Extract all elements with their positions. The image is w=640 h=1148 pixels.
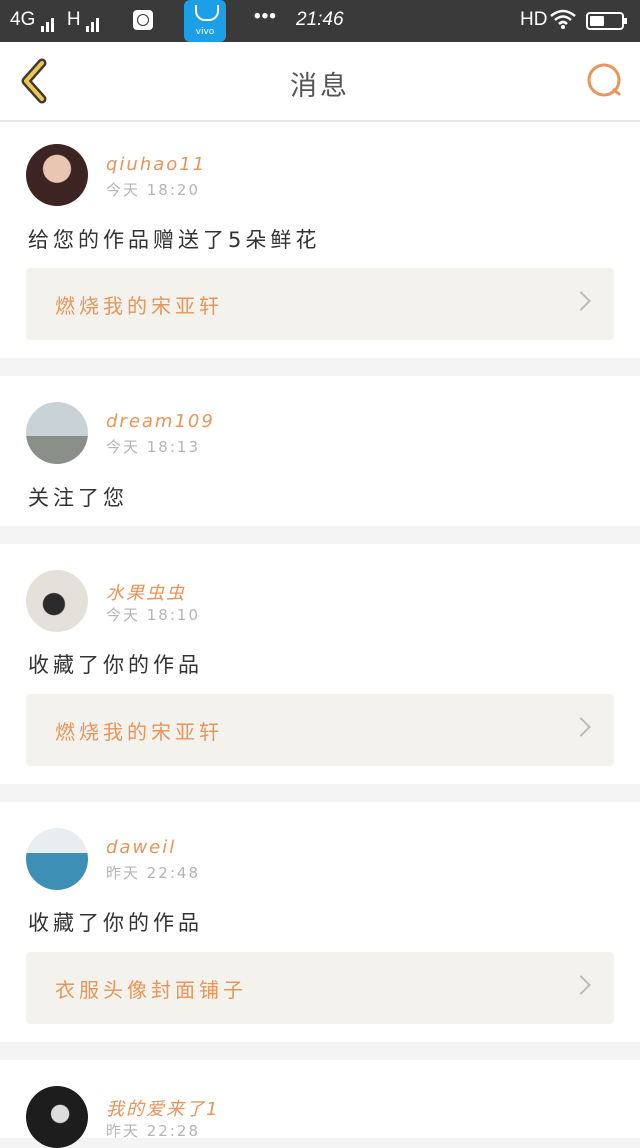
message-card[interactable]: qiuhao11 今天 18:20 给您的作品赠送了5朵鲜花 燃烧我的宋亚轩 bbox=[0, 122, 640, 358]
timestamp: 昨天 22:48 bbox=[106, 864, 200, 882]
network-label: 4G bbox=[10, 9, 36, 30]
work-title: 衣服头像封面铺子 bbox=[55, 978, 247, 1002]
avatar[interactable] bbox=[26, 1086, 88, 1148]
timestamp: 今天 18:13 bbox=[106, 438, 200, 456]
network2-label: H bbox=[66, 9, 81, 30]
app-store-icon: vivo bbox=[184, 0, 226, 42]
store-label: vivo bbox=[195, 27, 215, 37]
work-link[interactable]: 燃烧我的宋亚轩 bbox=[26, 694, 614, 766]
signal2-icon bbox=[85, 10, 101, 32]
page-title: 消息 bbox=[290, 71, 350, 102]
message-text: 收藏了你的作品 bbox=[28, 911, 203, 935]
chevron-right-icon bbox=[571, 291, 591, 311]
clock: 21:46 bbox=[296, 9, 344, 30]
message-card[interactable]: daweil 昨天 22:48 收藏了你的作品 衣服头像封面铺子 bbox=[0, 802, 640, 1042]
chevron-right-icon bbox=[571, 717, 591, 737]
username[interactable]: 水果虫虫 bbox=[106, 579, 186, 605]
nav-bar: 消息 bbox=[0, 42, 640, 122]
message-card[interactable]: 水果虫虫 今天 18:10 收藏了你的作品 燃烧我的宋亚轩 bbox=[0, 544, 640, 784]
username[interactable]: qiuhao11 bbox=[106, 154, 206, 175]
battery-icon bbox=[586, 12, 627, 30]
avatar[interactable] bbox=[26, 144, 88, 206]
message-text: 给您的作品赠送了5朵鲜花 bbox=[28, 228, 321, 252]
battery-level bbox=[590, 16, 604, 26]
hd-indicator: HD bbox=[520, 9, 548, 30]
message-text: 收藏了你的作品 bbox=[28, 653, 203, 677]
avatar[interactable] bbox=[26, 402, 88, 464]
timestamp: 今天 18:10 bbox=[106, 606, 200, 624]
browser-icon bbox=[133, 10, 153, 30]
wifi-icon bbox=[550, 9, 576, 29]
more-notifications-icon: ••• bbox=[254, 6, 277, 27]
chevron-right-icon bbox=[571, 975, 591, 995]
signal-icon bbox=[40, 10, 56, 32]
avatar[interactable] bbox=[26, 570, 88, 632]
message-card[interactable]: dream109 今天 18:13 关注了您 bbox=[0, 376, 640, 526]
network-indicator: 4G H bbox=[10, 9, 101, 32]
username[interactable]: dream109 bbox=[106, 411, 215, 432]
timestamp: 今天 18:20 bbox=[106, 181, 200, 199]
message-text: 关注了您 bbox=[28, 486, 128, 510]
avatar[interactable] bbox=[26, 828, 88, 890]
work-title: 燃烧我的宋亚轩 bbox=[55, 294, 223, 318]
work-title: 燃烧我的宋亚轩 bbox=[55, 720, 223, 744]
message-card[interactable]: 我的爱来了1 昨天 22:28 bbox=[0, 1060, 640, 1148]
work-link[interactable]: 燃烧我的宋亚轩 bbox=[26, 268, 614, 340]
work-link[interactable]: 衣服头像封面铺子 bbox=[26, 952, 614, 1024]
username[interactable]: daweil bbox=[106, 837, 176, 858]
search-icon[interactable] bbox=[584, 60, 624, 100]
status-bar: 4G H vivo ••• 21:46 HD bbox=[0, 0, 640, 42]
username[interactable]: 我的爱来了1 bbox=[106, 1095, 219, 1121]
